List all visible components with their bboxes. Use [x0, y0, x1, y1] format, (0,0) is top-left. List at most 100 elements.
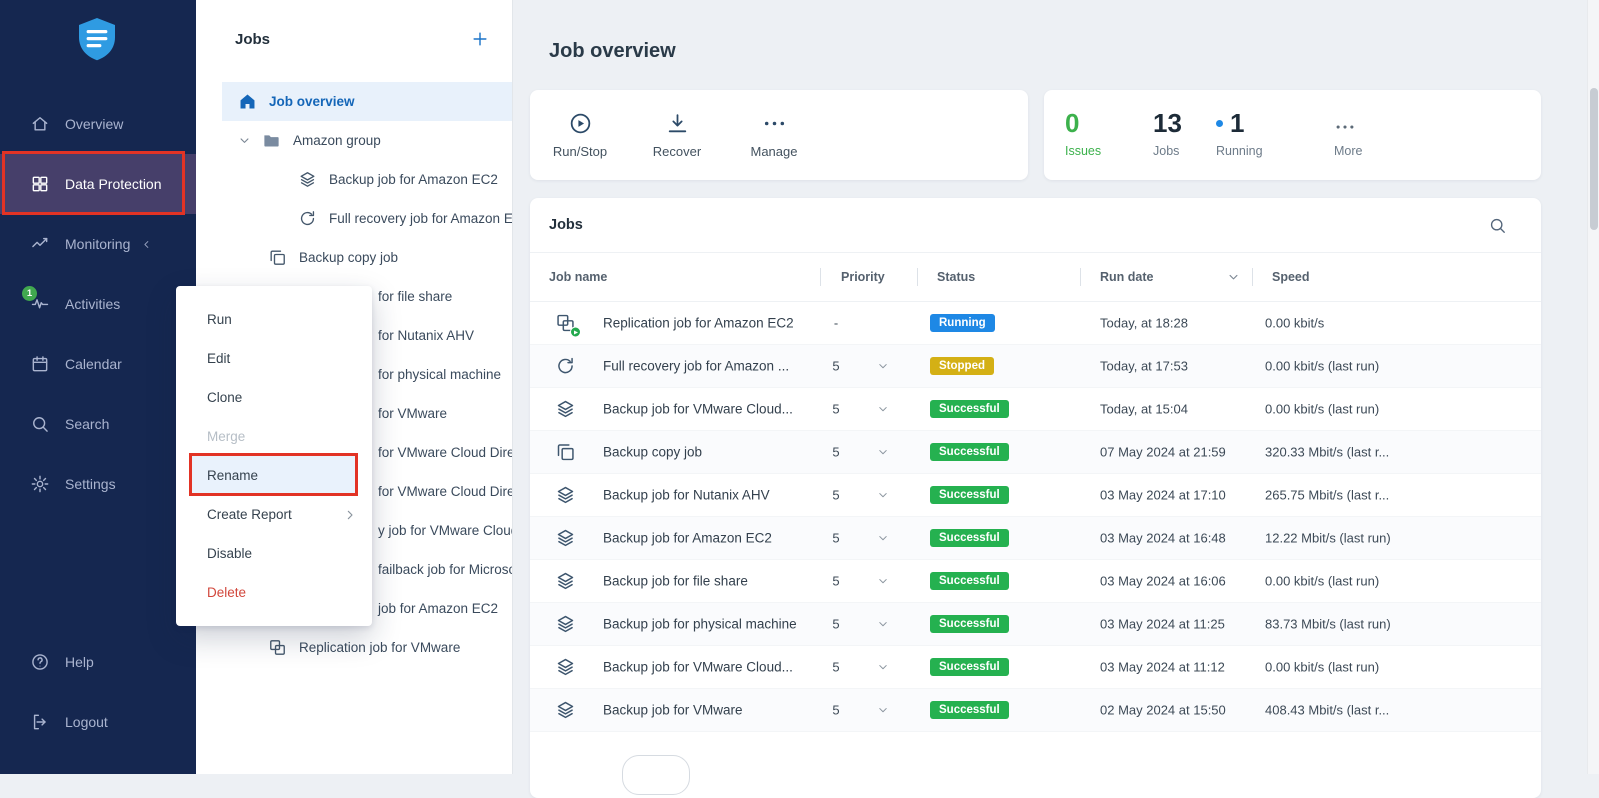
column-header-speed[interactable]: Speed — [1272, 270, 1310, 284]
tree-item-backup-job-for-amazon-ec2[interactable]: Backup job for Amazon EC2 — [222, 160, 512, 199]
status-badge: Successful — [930, 572, 1009, 590]
menu-item-label: Edit — [207, 351, 230, 366]
priority-cell: 5 — [824, 703, 848, 718]
tree-item-backup-copy-job[interactable]: Backup copy job — [222, 238, 512, 277]
scrollbar-thumb[interactable] — [1590, 88, 1598, 230]
calendar-icon — [30, 354, 50, 374]
speed-cell: 408.43 Mbit/s (last r... — [1265, 703, 1389, 718]
column-header-priority[interactable]: Priority — [841, 270, 885, 284]
sidebar-item-calendar[interactable]: Calendar — [0, 334, 196, 394]
toolbar-button-label: Recover — [653, 144, 701, 159]
table-row[interactable]: Backup job for Nutanix AHV5Successful03 … — [530, 474, 1541, 517]
tree-item-label: for VMware Cloud Direc — [378, 484, 512, 499]
play-circle-icon — [568, 111, 593, 136]
priority-cell: 5 — [824, 617, 848, 632]
job-name-cell: Backup job for VMware Cloud... — [603, 402, 793, 417]
priority-dropdown-icon[interactable] — [876, 703, 890, 717]
tree-item-label: for Nutanix AHV — [378, 328, 474, 343]
sidebar-item-help[interactable]: Help — [0, 632, 196, 692]
running-dot — [1216, 120, 1223, 127]
menu-item-label: Merge — [207, 429, 245, 444]
menu-item-run[interactable]: Run — [176, 300, 372, 339]
table-row[interactable]: Replication job for Amazon EC2-RunningTo… — [530, 302, 1541, 345]
table-row[interactable]: Backup job for Amazon EC25Successful03 M… — [530, 517, 1541, 560]
tree-item-amazon-group[interactable]: Amazon group — [222, 121, 512, 160]
ellipsis-icon — [762, 111, 787, 136]
stat-more[interactable]: More — [1334, 107, 1362, 158]
speed-cell: 0.00 kbit/s (last run) — [1265, 402, 1379, 417]
job-name-cell: Replication job for Amazon EC2 — [603, 316, 794, 331]
sidebar-nav: OverviewData ProtectionMonitoring1Activi… — [0, 94, 196, 514]
job-name-cell: Backup job for file share — [603, 574, 748, 589]
sidebar-item-label: Search — [65, 416, 109, 432]
add-job-button[interactable] — [470, 29, 490, 49]
speed-cell: 12.22 Mbit/s (last run) — [1265, 531, 1391, 546]
priority-dropdown-icon[interactable] — [876, 574, 890, 588]
sidebar-item-logout[interactable]: Logout — [0, 692, 196, 752]
job-name-cell: Backup job for physical machine — [603, 617, 797, 632]
sidebar-item-data-protection[interactable]: Data Protection — [0, 154, 196, 214]
priority-dropdown-icon[interactable] — [876, 359, 890, 373]
tree-item-job-overview[interactable]: Job overview — [222, 82, 512, 121]
backup-job-icon — [555, 399, 576, 420]
priority-dropdown-icon[interactable] — [876, 660, 890, 674]
priority-dropdown-icon[interactable] — [876, 617, 890, 631]
table-row[interactable]: Backup job for VMware Cloud...5Successfu… — [530, 388, 1541, 431]
help-icon — [30, 652, 50, 672]
toolbar-button-recover[interactable]: Recover — [634, 99, 720, 171]
sidebar-item-monitoring[interactable]: Monitoring — [0, 214, 196, 274]
tree-item-replication-job-for-vmware[interactable]: Replication job for VMware — [222, 628, 512, 667]
column-header-run-date[interactable]: Run date — [1100, 270, 1153, 284]
table-header-row: Job name Priority Status Run date Speed — [530, 252, 1541, 302]
sidebar-item-settings[interactable]: Settings — [0, 454, 196, 514]
sidebar-item-overview[interactable]: Overview — [0, 94, 196, 154]
backup-job-icon — [555, 528, 576, 549]
stat-label: Issues — [1065, 144, 1101, 158]
tree-item-label: Amazon group — [293, 133, 381, 148]
table-row[interactable]: Backup job for VMware Cloud...5Successfu… — [530, 646, 1541, 689]
toolbar-button-manage[interactable]: Manage — [731, 99, 817, 171]
priority-dropdown-icon[interactable] — [876, 445, 890, 459]
menu-item-edit[interactable]: Edit — [176, 339, 372, 378]
tree-item-full-recovery-job-for-amazon-e[interactable]: Full recovery job for Amazon E — [222, 199, 512, 238]
run-date-cell: 02 May 2024 at 15:50 — [1100, 703, 1226, 718]
column-separator — [1080, 268, 1081, 286]
menu-item-disable[interactable]: Disable — [176, 534, 372, 573]
stat-value-row: 13 — [1153, 107, 1182, 139]
status-badge: Successful — [930, 443, 1009, 461]
pagination-button[interactable] — [622, 755, 690, 795]
search-icon — [30, 414, 50, 434]
column-header-job-name[interactable]: Job name — [549, 270, 607, 284]
run-date-cell: 03 May 2024 at 17:10 — [1100, 488, 1226, 503]
table-row[interactable]: Backup copy job5Successful07 May 2024 at… — [530, 431, 1541, 474]
tree-item-label: Backup job for Amazon EC2 — [329, 172, 498, 187]
table-row[interactable]: Backup job for file share5Successful03 M… — [530, 560, 1541, 603]
column-header-status[interactable]: Status — [937, 270, 975, 284]
table-row[interactable]: Backup job for VMware5Successful02 May 2… — [530, 689, 1541, 732]
replication-job-icon — [268, 638, 287, 657]
chevron-left-icon — [140, 238, 153, 251]
table-row[interactable]: Full recovery job for Amazon ...5Stopped… — [530, 345, 1541, 388]
priority-dropdown-icon[interactable] — [876, 531, 890, 545]
vertical-scrollbar[interactable] — [1587, 0, 1599, 774]
menu-item-create-report[interactable]: Create Report — [176, 495, 372, 534]
sidebar-item-search[interactable]: Search — [0, 394, 196, 454]
menu-item-rename[interactable]: Rename — [190, 456, 357, 495]
sidebar-item-activities[interactable]: 1Activities — [0, 274, 196, 334]
monitoring-icon — [30, 234, 50, 254]
toolbar-button-run-stop[interactable]: Run/Stop — [537, 99, 623, 171]
job-name-cell: Full recovery job for Amazon ... — [603, 359, 789, 374]
priority-dropdown-icon[interactable] — [876, 488, 890, 502]
run-date-cell: Today, at 18:28 — [1100, 316, 1188, 331]
table-search-button[interactable] — [1488, 216, 1507, 235]
table-row[interactable]: Backup job for physical machine5Successf… — [530, 603, 1541, 646]
menu-item-delete[interactable]: Delete — [176, 573, 372, 612]
speed-cell: 0.00 kbit/s (last run) — [1265, 660, 1379, 675]
grid-icon — [30, 174, 50, 194]
sort-chevron-icon[interactable] — [1226, 270, 1241, 285]
job-context-menu: Run Edit Clone Merge RenameCreate ReportDisa… — [176, 286, 372, 626]
menu-item-clone[interactable]: Clone — [176, 378, 372, 417]
jobs-table-header: Jobs — [530, 198, 1541, 252]
priority-dropdown-icon[interactable] — [876, 402, 890, 416]
backup-job-icon — [555, 614, 576, 635]
